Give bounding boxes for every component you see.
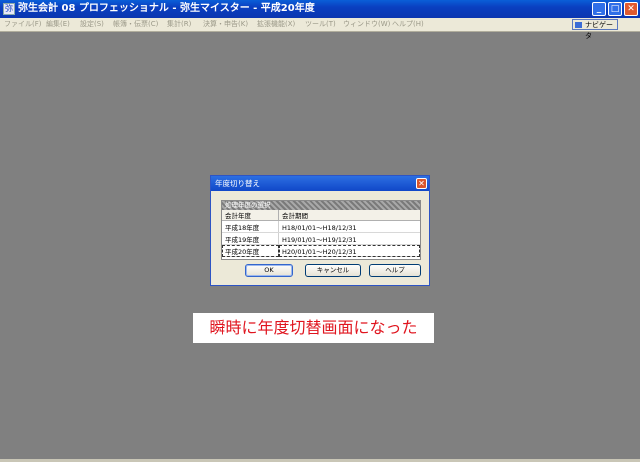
menu-help[interactable]: ヘルプ(H) bbox=[392, 18, 424, 31]
maximize-button[interactable]: □ bbox=[608, 2, 622, 16]
annotation-caption: 瞬時に年度切替画面になった bbox=[193, 313, 434, 343]
dialog-close-button[interactable]: ✕ bbox=[416, 178, 427, 189]
row-period[interactable]: H18/01/01～H18/12/31 bbox=[278, 220, 420, 233]
menu-tools[interactable]: ツール(T) bbox=[305, 18, 336, 31]
row-year[interactable]: 平成19年度 bbox=[222, 232, 279, 245]
navigator-button[interactable]: ナビゲータ bbox=[572, 19, 618, 40]
column-header-year[interactable]: 会計年度 bbox=[222, 210, 279, 221]
menu-extensions[interactable]: 拡張機能(X) bbox=[257, 18, 295, 31]
row-period[interactable]: H19/01/01～H19/12/31 bbox=[278, 232, 420, 245]
help-button[interactable]: ヘルプ bbox=[369, 264, 421, 277]
row-period[interactable]: H20/01/01～H20/12/31 bbox=[278, 244, 420, 257]
group-header: 処理年度の選択 bbox=[222, 201, 420, 210]
window-controls: _ □ ✕ bbox=[590, 2, 638, 16]
minimize-button[interactable]: _ bbox=[592, 2, 606, 16]
window-title: 弥生会計 08 プロフェッショナル - 弥生マイスター - 平成20年度 bbox=[18, 3, 315, 14]
navigator-label: ナビゲータ bbox=[585, 21, 613, 40]
menu-books[interactable]: 帳簿・伝票(C) bbox=[113, 18, 158, 31]
year-selection-group: 処理年度の選択 会計年度 会計期間 平成18年度 H18/01/01～H18/1… bbox=[221, 200, 421, 260]
app-icon[interactable]: 弥 bbox=[3, 3, 15, 15]
table-header: 会計年度 会計期間 bbox=[222, 210, 420, 221]
dialog-title: 年度切り替え bbox=[215, 179, 260, 188]
table-row[interactable]: 平成19年度 H19/01/01～H19/12/31 bbox=[222, 232, 420, 245]
year-switch-dialog: 年度切り替え ✕ 処理年度の選択 会計年度 会計期間 平成18年度 H18/01… bbox=[210, 175, 430, 286]
row-year[interactable]: 平成20年度 bbox=[222, 244, 279, 257]
group-title: 処理年度の選択 bbox=[225, 201, 271, 209]
menu-window[interactable]: ウィンドウ(W) bbox=[343, 18, 390, 31]
menu-file[interactable]: ファイル(F) bbox=[4, 18, 42, 31]
menu-edit[interactable]: 編集(E) bbox=[46, 18, 70, 31]
navigator-icon bbox=[575, 22, 582, 28]
ok-button[interactable]: OK bbox=[245, 264, 293, 277]
menu-bar: ファイル(F) 編集(E) 設定(S) 帳簿・伝票(C) 集計(R) 決算・申告… bbox=[0, 18, 640, 32]
year-table: 会計年度 会計期間 平成18年度 H18/01/01～H18/12/31 平成1… bbox=[222, 210, 420, 257]
table-row-selected[interactable]: 平成20年度 H20/01/01～H20/12/31 bbox=[222, 244, 420, 257]
table-row[interactable]: 平成18年度 H18/01/01～H18/12/31 bbox=[222, 220, 420, 233]
menu-settings[interactable]: 設定(S) bbox=[80, 18, 104, 31]
row-year[interactable]: 平成18年度 bbox=[222, 220, 279, 233]
cancel-button[interactable]: キャンセル bbox=[305, 264, 361, 277]
menu-summary[interactable]: 集計(R) bbox=[167, 18, 191, 31]
menu-closing[interactable]: 決算・申告(K) bbox=[203, 18, 248, 31]
dialog-title-bar: 年度切り替え ✕ bbox=[211, 176, 429, 191]
title-bar: 弥 弥生会計 08 プロフェッショナル - 弥生マイスター - 平成20年度 _… bbox=[0, 0, 640, 18]
column-header-period[interactable]: 会計期間 bbox=[278, 210, 420, 221]
close-button[interactable]: ✕ bbox=[624, 2, 638, 16]
